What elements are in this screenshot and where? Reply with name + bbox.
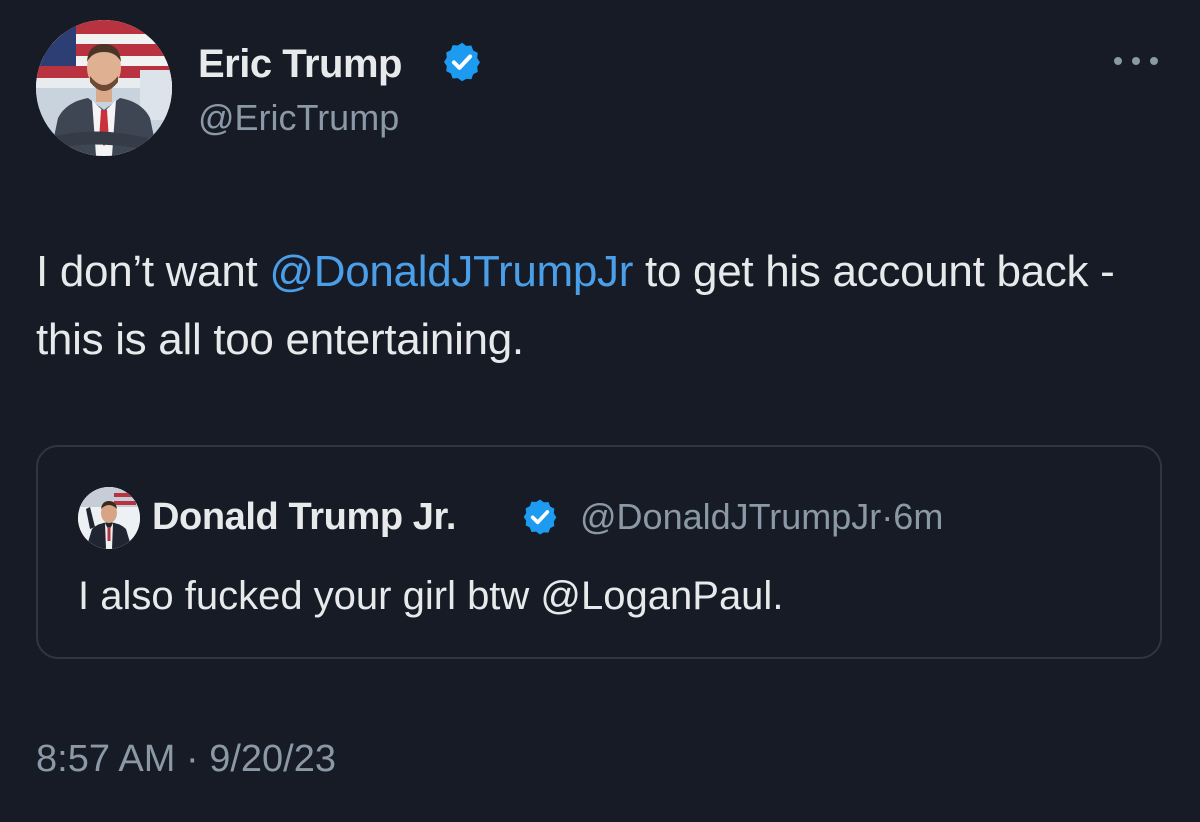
verified-badge-icon	[444, 42, 480, 82]
quoted-tweet-age[interactable]: 6m	[893, 496, 943, 537]
author-display-name[interactable]: Eric Trump	[198, 40, 402, 88]
more-options-icon[interactable]	[1110, 50, 1162, 72]
quoted-verified-badge-icon	[523, 499, 557, 535]
author-avatar[interactable]	[36, 20, 172, 156]
tweet-date: 9/20/23	[209, 738, 336, 780]
tweet-text: I don’t want @DonaldJTrumpJr to get his …	[36, 238, 1136, 374]
quoted-author-display-name[interactable]: Donald Trump Jr.	[152, 495, 456, 539]
quoted-tweet-text: I also fucked your girl btw @LoganPaul.	[78, 574, 784, 618]
tweet-time: 8:57 AM	[36, 738, 176, 780]
quoted-author-avatar[interactable]	[78, 487, 140, 549]
quoted-tweet-card[interactable]: Donald Trump Jr. @DonaldJTrumpJr·6m I al…	[36, 445, 1162, 659]
author-photo	[36, 20, 172, 156]
author-handle[interactable]: @EricTrump	[198, 96, 399, 140]
tweet-text-before: I don’t want	[36, 247, 270, 296]
timestamp-separator: ·	[185, 738, 199, 780]
tweet-mention-link[interactable]: @DonaldJTrumpJr	[269, 247, 633, 296]
quoted-tweet-meta: @DonaldJTrumpJr·6m	[580, 495, 943, 539]
tweet-view: Eric Trump @EricTrump I don’t want @Dona…	[0, 0, 1200, 822]
quoted-author-photo	[78, 487, 140, 549]
meta-separator: ·	[881, 496, 894, 537]
tweet-timestamp[interactable]: 8:57 AM · 9/20/23	[36, 736, 336, 782]
quoted-author-handle[interactable]: @DonaldJTrumpJr	[580, 496, 881, 537]
